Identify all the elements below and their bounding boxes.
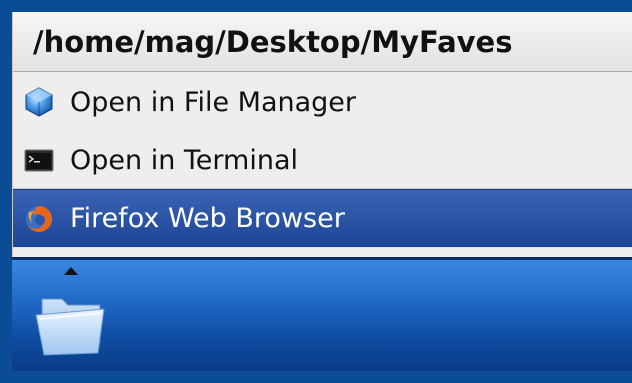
- desktop: /home/mag/Desktop/MyFaves Open in File M…: [0, 0, 632, 383]
- bottom-panel: [12, 257, 632, 371]
- menu-item-firefox-web-browser[interactable]: Firefox Web Browser: [13, 189, 632, 248]
- menu-item-label: Open in Terminal: [70, 144, 298, 176]
- terminal-icon: [23, 144, 55, 176]
- folder-popup-menu: /home/mag/Desktop/MyFaves Open in File M…: [12, 12, 632, 257]
- menu-arrow-icon: [64, 267, 78, 275]
- file-manager-icon: [23, 86, 55, 118]
- folder-icon[interactable]: [34, 285, 110, 359]
- firefox-icon: [23, 203, 55, 235]
- menu-item-label: Open in File Manager: [70, 86, 357, 118]
- menu-item-open-in-terminal[interactable]: Open in Terminal: [13, 132, 632, 189]
- menu-item-open-in-file-manager[interactable]: Open in File Manager: [13, 72, 632, 132]
- menu-item-label: Firefox Web Browser: [70, 203, 345, 234]
- menu-title: /home/mag/Desktop/MyFaves: [13, 12, 632, 72]
